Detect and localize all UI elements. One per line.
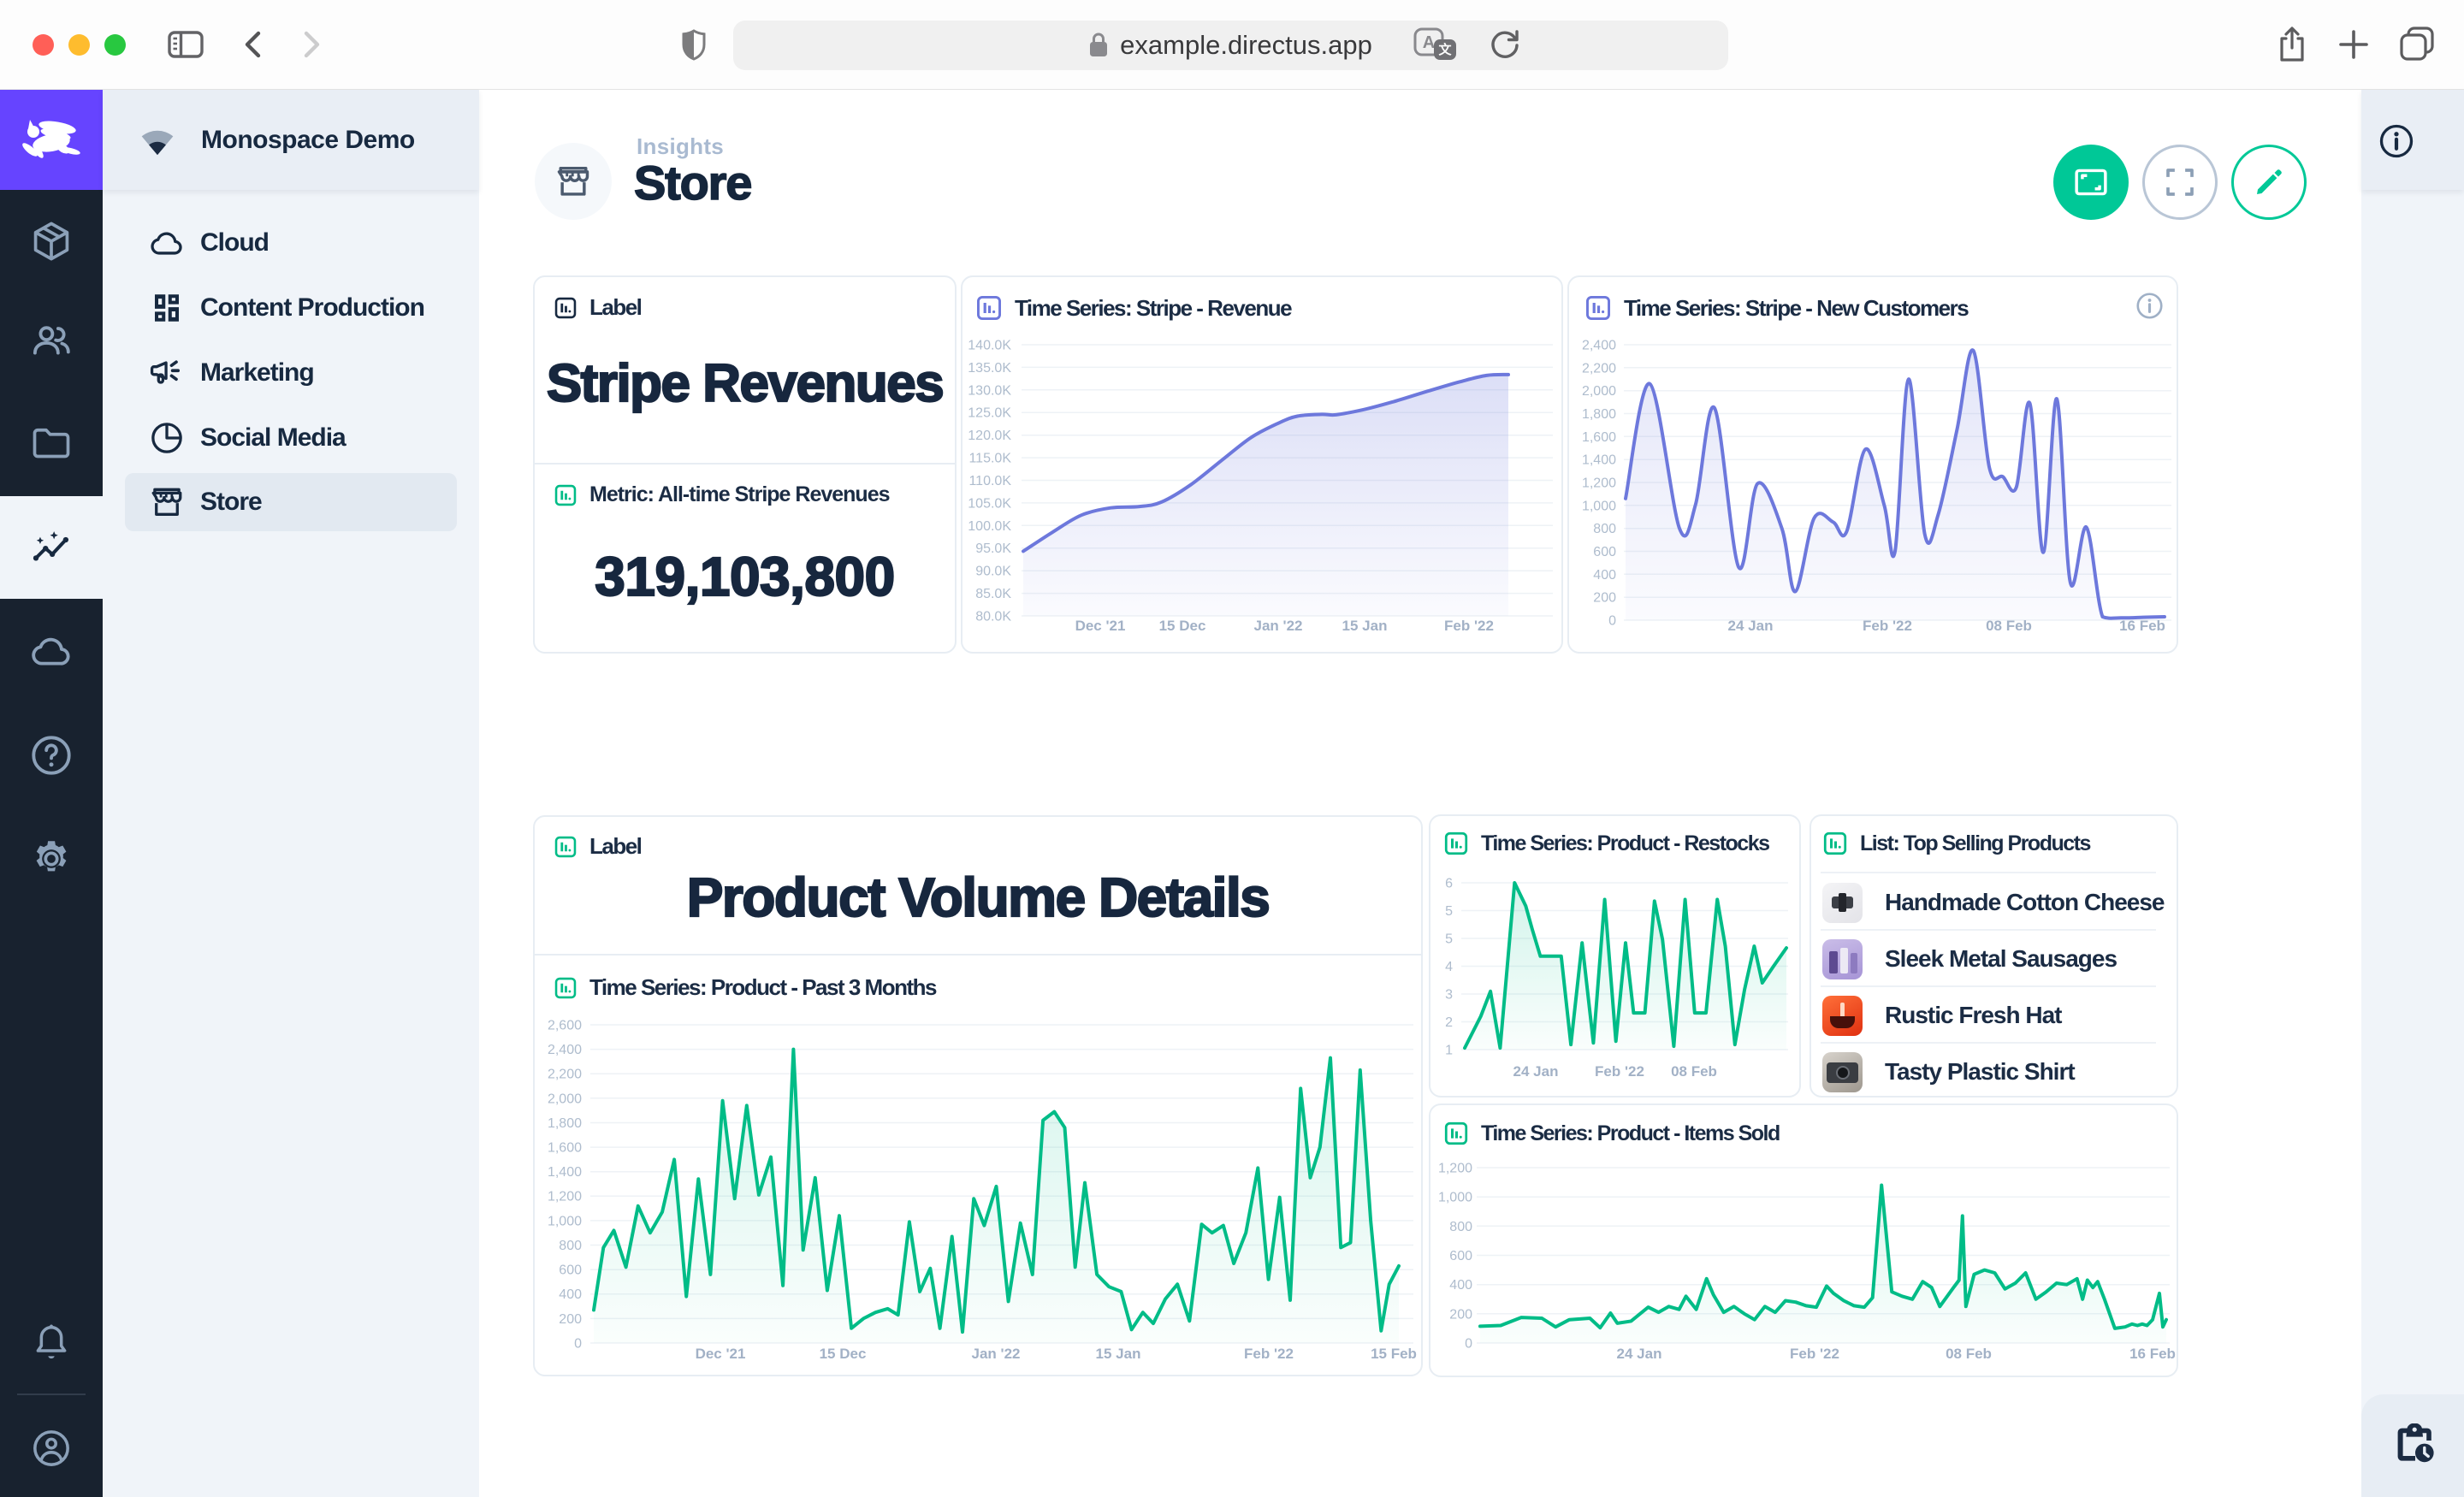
svg-text:文: 文 [1438, 42, 1452, 57]
svg-text:16 Feb: 16 Feb [2129, 1346, 2176, 1362]
svg-text:16 Feb: 16 Feb [2119, 618, 2165, 634]
svg-text:125.0K: 125.0K [968, 406, 1011, 421]
svg-text:15 Dec: 15 Dec [820, 1346, 867, 1362]
svg-text:2,600: 2,600 [548, 1018, 582, 1033]
svg-text:100.0K: 100.0K [968, 519, 1011, 534]
svg-text:08 Feb: 08 Feb [1946, 1346, 1992, 1362]
svg-text:Feb '22: Feb '22 [1790, 1346, 1839, 1362]
svg-text:15 Jan: 15 Jan [1096, 1346, 1141, 1362]
svg-text:Jan '22: Jan '22 [1254, 618, 1303, 634]
svg-text:4: 4 [1445, 960, 1453, 974]
svg-text:1,400: 1,400 [548, 1165, 582, 1180]
svg-text:800: 800 [1593, 522, 1616, 536]
svg-text:85.0K: 85.0K [975, 587, 1011, 601]
svg-text:2: 2 [1445, 1015, 1453, 1030]
svg-text:15 Feb: 15 Feb [1371, 1346, 1417, 1362]
svg-text:A: A [1423, 33, 1435, 52]
svg-text:140.0K: 140.0K [968, 338, 1011, 352]
svg-text:1,600: 1,600 [1582, 430, 1616, 445]
svg-text:Feb '22: Feb '22 [1595, 1063, 1644, 1080]
svg-text:Dec '21: Dec '21 [1075, 618, 1126, 634]
svg-text:200: 200 [1449, 1307, 1472, 1322]
svg-text:5: 5 [1445, 904, 1453, 919]
svg-text:200: 200 [559, 1312, 582, 1327]
svg-text:15 Jan: 15 Jan [1342, 618, 1388, 634]
svg-text:1,000: 1,000 [1582, 499, 1616, 513]
svg-text:105.0K: 105.0K [968, 496, 1011, 511]
svg-text:Dec '21: Dec '21 [696, 1346, 746, 1362]
svg-text:1,200: 1,200 [1438, 1161, 1472, 1175]
svg-text:1,200: 1,200 [1582, 476, 1616, 490]
svg-text:Jan '22: Jan '22 [972, 1346, 1021, 1362]
svg-text:1,800: 1,800 [1582, 407, 1616, 422]
svg-text:0: 0 [574, 1336, 582, 1351]
svg-text:1,400: 1,400 [1582, 453, 1616, 468]
svg-text:1,800: 1,800 [548, 1116, 582, 1131]
svg-text:1,200: 1,200 [548, 1190, 582, 1204]
svg-text:08 Feb: 08 Feb [1671, 1063, 1717, 1080]
svg-text:15 Dec: 15 Dec [1159, 618, 1206, 634]
svg-text:Feb '22: Feb '22 [1444, 618, 1494, 634]
svg-text:2,400: 2,400 [1582, 338, 1616, 352]
svg-text:90.0K: 90.0K [975, 565, 1011, 579]
svg-text:Feb '22: Feb '22 [1244, 1346, 1294, 1362]
svg-text:600: 600 [1593, 545, 1616, 559]
svg-text:400: 400 [1593, 568, 1616, 583]
svg-text:130.0K: 130.0K [968, 383, 1011, 398]
svg-text:0: 0 [1465, 1336, 1472, 1351]
svg-text:3: 3 [1445, 987, 1453, 1002]
svg-text:1: 1 [1445, 1043, 1453, 1057]
svg-text:120.0K: 120.0K [968, 429, 1011, 443]
svg-text:1,000: 1,000 [1438, 1191, 1472, 1205]
svg-text:200: 200 [1593, 591, 1616, 606]
svg-text:2,000: 2,000 [1582, 384, 1616, 399]
svg-text:2,200: 2,200 [548, 1068, 582, 1082]
svg-text:600: 600 [559, 1263, 582, 1278]
svg-text:600: 600 [1449, 1249, 1472, 1263]
svg-text:800: 800 [559, 1239, 582, 1253]
svg-text:135.0K: 135.0K [968, 361, 1011, 376]
svg-text:6: 6 [1445, 876, 1453, 891]
svg-text:24 Jan: 24 Jan [1728, 618, 1774, 634]
svg-text:1,000: 1,000 [548, 1214, 582, 1228]
svg-text:2,400: 2,400 [548, 1043, 582, 1057]
svg-text:1,600: 1,600 [548, 1141, 582, 1156]
svg-text:2,200: 2,200 [1582, 361, 1616, 376]
svg-text:24 Jan: 24 Jan [1513, 1063, 1559, 1080]
svg-text:800: 800 [1449, 1220, 1472, 1234]
svg-text:110.0K: 110.0K [968, 474, 1011, 488]
svg-text:400: 400 [559, 1287, 582, 1302]
svg-text:Feb '22: Feb '22 [1863, 618, 1912, 634]
svg-text:5: 5 [1445, 932, 1453, 946]
svg-text:08 Feb: 08 Feb [1986, 618, 2032, 634]
svg-text:80.0K: 80.0K [975, 609, 1011, 624]
svg-text:400: 400 [1449, 1278, 1472, 1293]
svg-text:0: 0 [1608, 613, 1616, 628]
svg-text:95.0K: 95.0K [975, 541, 1011, 556]
svg-text:2,000: 2,000 [548, 1092, 582, 1106]
svg-text:115.0K: 115.0K [968, 452, 1011, 466]
svg-text:24 Jan: 24 Jan [1617, 1346, 1662, 1362]
